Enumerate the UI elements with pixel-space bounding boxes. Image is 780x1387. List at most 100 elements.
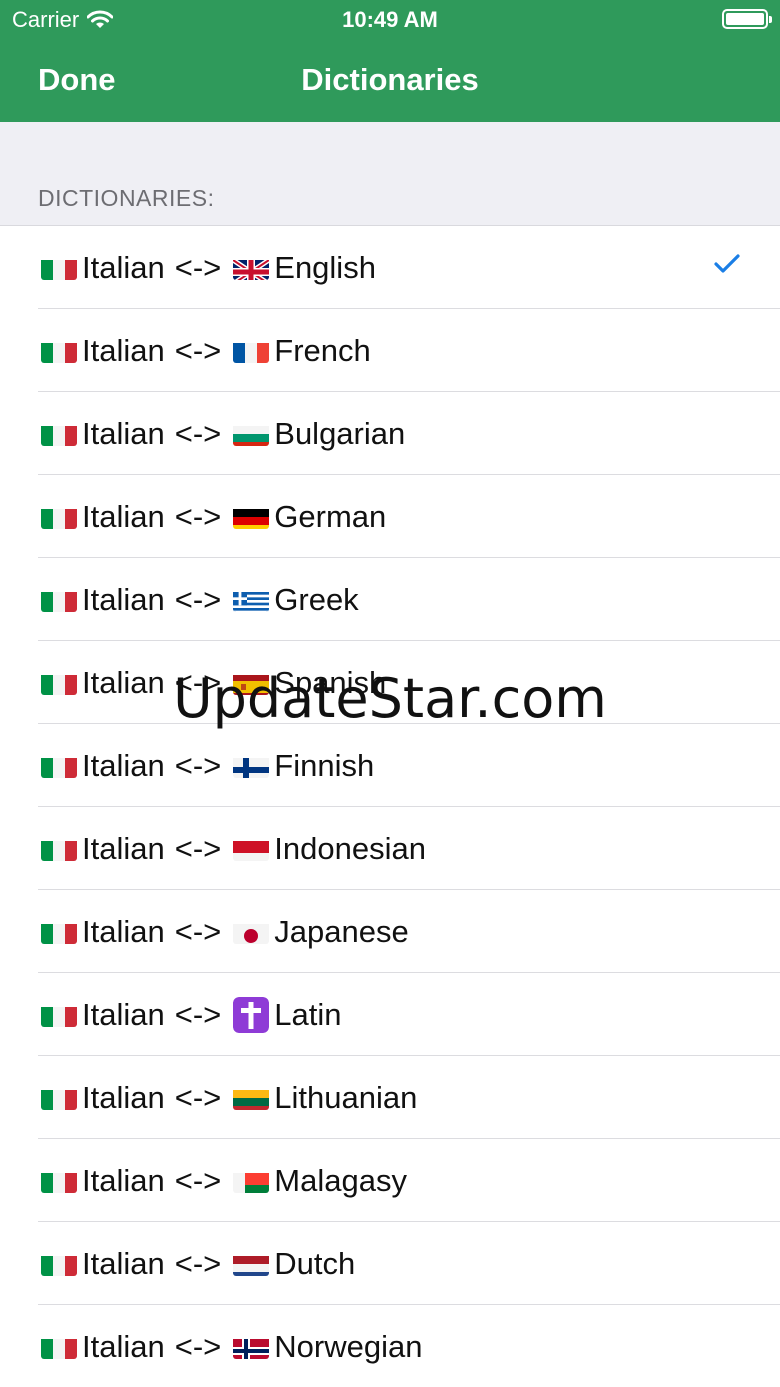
status-time: 10:49 AM: [342, 7, 438, 32]
target-language: Spanish: [274, 664, 387, 700]
italy-flag-icon: [41, 920, 77, 944]
target-language: Lithuanian: [274, 1079, 418, 1115]
dictionary-row[interactable]: Italian <-> Malagasy: [0, 1139, 780, 1222]
checkmark-icon: [714, 254, 740, 273]
dictionary-row[interactable]: Italian <-> German: [0, 475, 780, 558]
pair-arrow: <->: [174, 332, 222, 368]
source-language: Italian: [82, 249, 165, 285]
italy-flag-icon: [41, 256, 77, 280]
target-language: Greek: [274, 581, 359, 617]
dictionary-row[interactable]: Italian <-> Spanish: [0, 641, 780, 724]
target-language: Bulgarian: [274, 415, 406, 451]
source-language: Italian: [82, 1079, 165, 1115]
dictionary-pair: Italian <-> English: [0, 250, 376, 286]
source-language: Italian: [82, 332, 165, 368]
source-language: Italian: [82, 1245, 165, 1281]
latin-cross-icon: [233, 996, 270, 1033]
battery-icon: [722, 9, 772, 29]
italy-flag-icon: [41, 671, 77, 695]
italy-flag-icon: [41, 588, 77, 612]
pair-arrow: <->: [174, 830, 222, 866]
dictionary-row[interactable]: Italian <-> Japanese: [0, 890, 780, 973]
dictionary-pair: Italian <-> Japanese: [0, 914, 409, 950]
dictionary-pair: Italian <-> Norwegian: [0, 1329, 422, 1365]
dictionary-row[interactable]: Italian <-> Norwegian: [0, 1305, 780, 1387]
target-language: Norwegian: [274, 1328, 423, 1364]
japan-flag-icon: [233, 920, 270, 944]
dictionary-pair: Italian <-> Indonesian: [0, 831, 426, 867]
dictionary-row[interactable]: Italian <-> Bulgarian: [0, 392, 780, 475]
dictionary-row[interactable]: Italian <-> Indonesian: [0, 807, 780, 890]
italy-flag-icon: [41, 837, 77, 861]
pair-arrow: <->: [174, 249, 222, 285]
source-language: Italian: [82, 830, 165, 866]
dictionary-row[interactable]: Italian <-> Lithuanian: [0, 1056, 780, 1139]
source-language: Italian: [82, 581, 165, 617]
pair-arrow: <->: [174, 664, 222, 700]
target-language: English: [274, 249, 376, 285]
source-language: Italian: [82, 664, 165, 700]
source-language: Italian: [82, 913, 165, 949]
greece-flag-icon: [233, 588, 270, 612]
dictionary-row[interactable]: Italian <-> French: [0, 309, 780, 392]
pair-arrow: <->: [174, 581, 222, 617]
dictionary-pair: Italian <-> German: [0, 499, 386, 535]
bulgaria-flag-icon: [233, 422, 270, 446]
italy-flag-icon: [41, 1003, 77, 1027]
pair-arrow: <->: [174, 498, 222, 534]
indonesia-flag-icon: [233, 837, 270, 861]
madagascar-flag-icon: [233, 1169, 270, 1193]
source-language: Italian: [82, 415, 165, 451]
target-language: Latin: [274, 996, 342, 1032]
italy-flag-icon: [41, 422, 77, 446]
dictionary-pair: Italian <-> Spanish: [0, 665, 386, 701]
italy-flag-icon: [41, 1169, 77, 1193]
target-language: Dutch: [274, 1245, 356, 1281]
dictionary-list: Italian <-> English Italian <-> French Italian…: [0, 226, 780, 1387]
dictionary-row[interactable]: Italian <-> Greek: [0, 558, 780, 641]
dictionary-pair: Italian <-> French: [0, 333, 371, 369]
france-flag-icon: [233, 339, 270, 363]
italy-flag-icon: [41, 1252, 77, 1276]
page-title: Dictionaries: [301, 62, 479, 97]
target-language: French: [274, 332, 371, 368]
target-language: Finnish: [274, 747, 375, 783]
dictionary-row[interactable]: Italian <-> Dutch: [0, 1222, 780, 1305]
dictionary-row[interactable]: Italian <-> Finnish: [0, 724, 780, 807]
italy-flag-icon: [41, 754, 77, 778]
italy-flag-icon: [41, 339, 77, 363]
netherlands-flag-icon: [233, 1252, 270, 1276]
finland-flag-icon: [233, 754, 270, 778]
source-language: Italian: [82, 498, 165, 534]
italy-flag-icon: [41, 505, 77, 529]
dictionary-pair: Italian <-> Malagasy: [0, 1163, 407, 1199]
target-language: Indonesian: [274, 830, 426, 866]
source-language: Italian: [82, 996, 165, 1032]
target-language: German: [274, 498, 387, 534]
dictionary-row[interactable]: Italian <-> English: [0, 226, 780, 309]
dictionary-row[interactable]: Italian <-> Latin: [0, 973, 780, 1056]
dictionary-pair: Italian <-> Latin: [0, 996, 342, 1033]
pair-arrow: <->: [174, 1245, 222, 1281]
status-bar: Carrier 10:49 AM: [0, 0, 780, 40]
source-language: Italian: [82, 747, 165, 783]
italy-flag-icon: [41, 1335, 77, 1359]
dictionary-pair: Italian <-> Dutch: [0, 1246, 355, 1282]
pair-arrow: <->: [174, 415, 222, 451]
pair-arrow: <->: [174, 996, 222, 1032]
dictionary-pair: Italian <-> Lithuanian: [0, 1080, 417, 1116]
norway-flag-icon: [233, 1335, 270, 1359]
dictionary-pair: Italian <-> Bulgarian: [0, 416, 405, 452]
target-language: Japanese: [274, 913, 409, 949]
dictionary-pair: Italian <-> Greek: [0, 582, 359, 618]
source-language: Italian: [82, 1162, 165, 1198]
germany-flag-icon: [233, 505, 270, 529]
spain-flag-icon: [233, 671, 270, 695]
pair-arrow: <->: [174, 913, 222, 949]
source-language: Italian: [82, 1328, 165, 1364]
pair-arrow: <->: [174, 1162, 222, 1198]
italy-flag-icon: [41, 1086, 77, 1110]
pair-arrow: <->: [174, 1328, 222, 1364]
navigation-bar: Done Dictionaries: [0, 40, 780, 122]
uk-flag-icon: [233, 256, 270, 280]
